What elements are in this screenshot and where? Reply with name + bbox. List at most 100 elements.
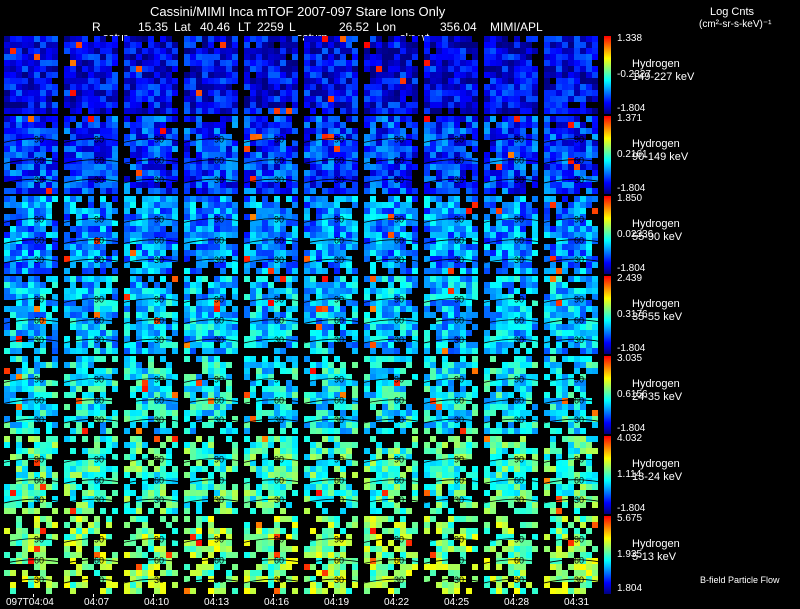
heatmap-cell bbox=[10, 288, 16, 294]
heatmap-cell bbox=[586, 78, 592, 84]
heatmap-cell bbox=[382, 66, 388, 72]
heatmap-cell bbox=[472, 288, 478, 294]
heatmap-cell bbox=[52, 54, 58, 60]
spectrogram-panel bbox=[424, 36, 482, 114]
heatmap-cell bbox=[484, 90, 490, 96]
heatmap-cell bbox=[34, 146, 40, 152]
heatmap-cell bbox=[526, 244, 532, 250]
heatmap-cell bbox=[154, 282, 160, 288]
heatmap-cell bbox=[502, 348, 508, 354]
heatmap-cell bbox=[502, 72, 508, 78]
heatmap-cell bbox=[400, 288, 406, 294]
heatmap-cell bbox=[34, 116, 40, 122]
heatmap-cell bbox=[106, 72, 112, 78]
heatmap-cell bbox=[124, 122, 130, 128]
heatmap-cell bbox=[52, 146, 58, 152]
heatmap-cell bbox=[124, 288, 130, 294]
heatmap-cell bbox=[526, 116, 532, 122]
heatmap-cell bbox=[280, 362, 286, 368]
heatmap-cell bbox=[88, 276, 94, 282]
heatmap-cell bbox=[244, 416, 250, 422]
heatmap-cell bbox=[16, 128, 22, 134]
heatmap-cell bbox=[586, 152, 592, 158]
heatmap-cell bbox=[34, 282, 40, 288]
heatmap-cell bbox=[430, 324, 436, 330]
heatmap-cell bbox=[412, 306, 418, 312]
heatmap-cell bbox=[10, 152, 16, 158]
heatmap-cell bbox=[550, 66, 556, 72]
heatmap-cell bbox=[250, 324, 256, 330]
heatmap-cell bbox=[346, 48, 352, 54]
heatmap-cell bbox=[256, 342, 262, 348]
heatmap-cell bbox=[280, 276, 286, 282]
heatmap-cell bbox=[424, 60, 430, 66]
heatmap-cell bbox=[310, 90, 316, 96]
heatmap-cell bbox=[304, 312, 310, 318]
heatmap-cell bbox=[532, 116, 538, 122]
heatmap-cell bbox=[136, 116, 142, 122]
heatmap-cell bbox=[82, 356, 88, 362]
heatmap-cell bbox=[322, 422, 328, 428]
colorbar bbox=[604, 36, 611, 114]
heatmap-cell bbox=[340, 84, 346, 90]
heatmap-cell bbox=[166, 262, 172, 268]
heatmap-cell bbox=[406, 66, 412, 72]
heatmap-cell bbox=[454, 60, 460, 66]
heatmap-cell bbox=[166, 128, 172, 134]
heatmap-cell bbox=[406, 268, 412, 274]
heatmap-cell bbox=[514, 72, 520, 78]
heatmap-cell bbox=[370, 324, 376, 330]
heatmap-cell bbox=[40, 116, 46, 122]
heatmap-cell bbox=[310, 54, 316, 60]
heatmap-cell bbox=[52, 262, 58, 268]
heatmap-cell bbox=[28, 54, 34, 60]
heatmap-cell bbox=[112, 356, 118, 362]
heatmap-cell bbox=[82, 276, 88, 282]
heatmap-cell bbox=[304, 42, 310, 48]
heatmap-cell bbox=[382, 220, 388, 226]
heatmap-cell bbox=[532, 146, 538, 152]
heatmap-cell bbox=[148, 202, 154, 208]
contour-label: 60 bbox=[154, 235, 164, 245]
heatmap-cell bbox=[376, 78, 382, 84]
heatmap-cell bbox=[112, 152, 118, 158]
heatmap-cell bbox=[292, 294, 298, 300]
heatmap-cell bbox=[82, 288, 88, 294]
heatmap-cell bbox=[544, 312, 550, 318]
heatmap-cell bbox=[130, 48, 136, 54]
heatmap-cell bbox=[502, 250, 508, 256]
heatmap-cell bbox=[562, 164, 568, 170]
heatmap-cell bbox=[472, 226, 478, 232]
heatmap-cell bbox=[172, 410, 178, 416]
heatmap-cell bbox=[76, 78, 82, 84]
heatmap-cell bbox=[472, 84, 478, 90]
heatmap-cell bbox=[292, 48, 298, 54]
heatmap-cell bbox=[256, 268, 262, 274]
heatmap-cell bbox=[250, 36, 256, 42]
heatmap-cell bbox=[496, 84, 502, 90]
heatmap-cell bbox=[466, 330, 472, 336]
heatmap-cell bbox=[64, 276, 70, 282]
heatmap-cell bbox=[460, 348, 466, 354]
heatmap-cell bbox=[28, 196, 34, 202]
heatmap-cell bbox=[574, 188, 580, 194]
heatmap-cell bbox=[226, 386, 232, 392]
heatmap-cell bbox=[352, 188, 358, 194]
heatmap-cell bbox=[520, 188, 526, 194]
heatmap-cell bbox=[76, 140, 82, 146]
heatmap-cell bbox=[52, 170, 58, 176]
heatmap-cell bbox=[508, 288, 514, 294]
spectrogram-panel bbox=[124, 36, 182, 114]
heatmap-cell bbox=[316, 226, 322, 232]
heatmap-cell bbox=[484, 188, 490, 194]
heatmap-cell bbox=[262, 342, 268, 348]
heatmap-cell bbox=[82, 182, 88, 188]
heatmap-cell bbox=[10, 60, 16, 66]
heatmap-cell bbox=[124, 250, 130, 256]
heatmap-cell bbox=[70, 374, 76, 380]
heatmap-cell bbox=[106, 90, 112, 96]
heatmap-cell bbox=[52, 294, 58, 300]
heatmap-cell bbox=[376, 164, 382, 170]
heatmap-cell bbox=[22, 306, 28, 312]
heatmap-cell bbox=[202, 226, 208, 232]
